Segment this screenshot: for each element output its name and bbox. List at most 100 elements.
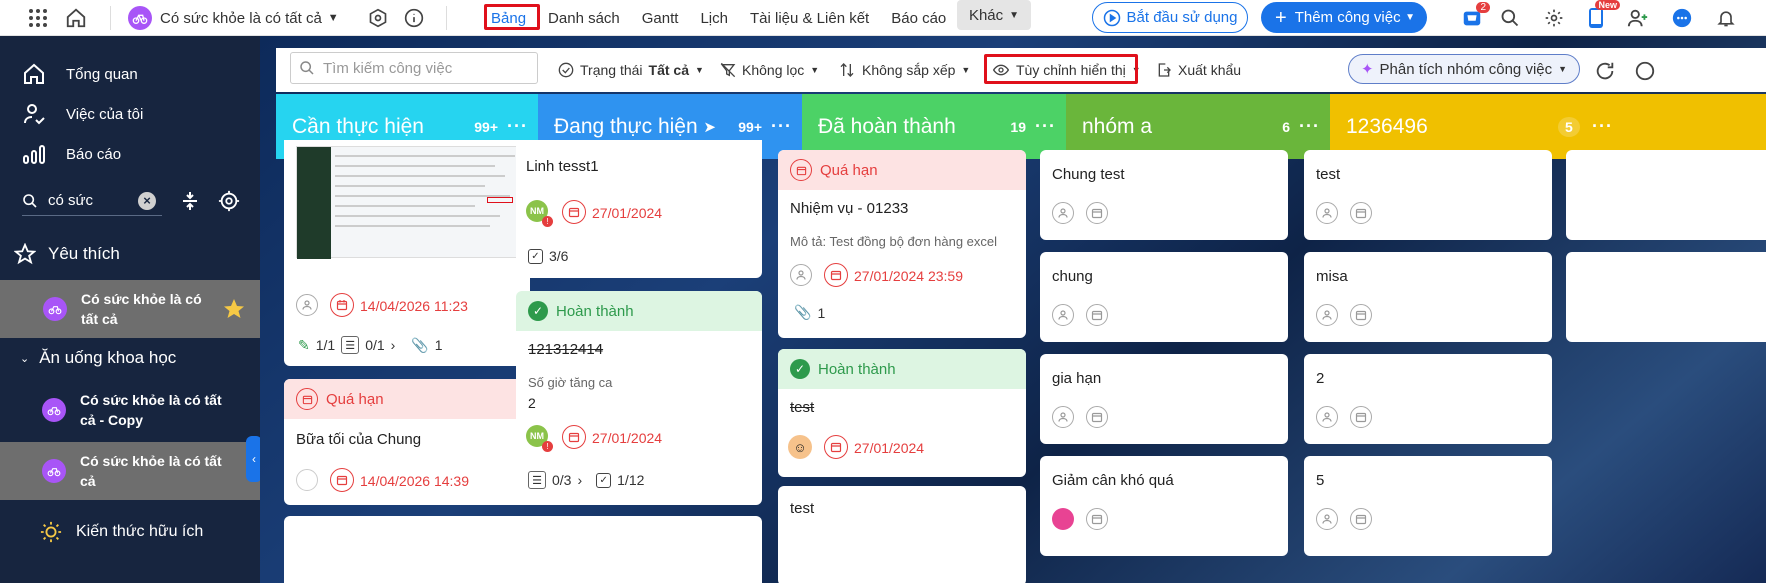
apps-grid-icon[interactable] bbox=[24, 4, 52, 32]
cart-icon[interactable]: 2 bbox=[1458, 2, 1490, 32]
assignee-empty-icon[interactable] bbox=[296, 294, 318, 316]
calendar-icon[interactable] bbox=[1086, 304, 1108, 326]
task-card[interactable]: Quá hạn Bữa tối của Chung 14/04/2026 14:… bbox=[284, 379, 530, 505]
calendar-icon[interactable] bbox=[1350, 202, 1372, 224]
bell-icon[interactable] bbox=[1712, 4, 1740, 32]
sidebar-project-copy[interactable]: Có sức khỏe là có tất cả - Copy bbox=[0, 384, 260, 436]
task-card[interactable]: chung bbox=[1040, 252, 1288, 342]
calendar-icon[interactable] bbox=[1086, 406, 1108, 428]
more-dots-icon[interactable]: ··· bbox=[1299, 116, 1320, 137]
task-card[interactable]: Chung test bbox=[1040, 150, 1288, 240]
chat-icon[interactable] bbox=[1668, 4, 1696, 32]
task-card[interactable]: 2 bbox=[1304, 354, 1552, 444]
task-card[interactable]: ✓ Hoàn thành 121312414 Số giờ tăng ca 2 … bbox=[516, 291, 762, 505]
chevron-right-icon[interactable]: › bbox=[577, 472, 582, 488]
collapse-icon[interactable] bbox=[181, 190, 199, 212]
assignee-empty-icon[interactable] bbox=[1052, 406, 1074, 428]
tab-calendar[interactable]: Lịch bbox=[689, 0, 739, 36]
analyze-group-button[interactable]: ✦ Phân tích nhóm công việc ▼ bbox=[1348, 54, 1580, 84]
chevron-down-icon[interactable]: ▼ bbox=[1405, 12, 1415, 23]
refresh-icon[interactable] bbox=[1594, 60, 1616, 82]
task-card-partial[interactable] bbox=[1566, 150, 1766, 240]
task-card-partial[interactable] bbox=[284, 516, 530, 583]
assignee-empty-icon[interactable] bbox=[1052, 304, 1074, 326]
start-using-button[interactable]: Bắt đầu sử dụng bbox=[1092, 2, 1248, 33]
sidebar-project-current[interactable]: Có sức khỏe là có tất cả bbox=[0, 442, 260, 500]
task-card-partial[interactable] bbox=[1566, 252, 1766, 342]
task-card[interactable]: ✓ Hoàn thành test ☺ 27/01/2024 bbox=[778, 349, 1026, 477]
settings-hex-icon[interactable] bbox=[366, 6, 390, 30]
assignee-empty-icon[interactable] bbox=[1052, 202, 1074, 224]
task-card[interactable]: Giảm cân khó quá bbox=[1040, 456, 1288, 556]
sort-dropdown[interactable]: Không sắp xếp ▼ bbox=[838, 62, 970, 78]
task-card[interactable]: 14/04/2026 11:23 ✎ 1/1 ☰ 0/1 › 📎 1 bbox=[284, 140, 530, 366]
info-icon[interactable] bbox=[402, 6, 426, 30]
assignee-empty-icon[interactable] bbox=[1316, 304, 1338, 326]
calendar-icon[interactable] bbox=[1350, 508, 1372, 530]
tab-reports[interactable]: Báo cáo bbox=[880, 0, 957, 36]
calendar-icon[interactable] bbox=[1350, 406, 1372, 428]
due-date: 14/04/2026 11:23 bbox=[360, 298, 468, 314]
gear-icon[interactable] bbox=[218, 190, 240, 212]
calendar-red-icon[interactable] bbox=[824, 263, 848, 287]
board-toolbar: Tìm kiếm công việc Trạng thái Tất cả ▼ K… bbox=[276, 48, 1766, 92]
attachment-thumbnail[interactable] bbox=[296, 146, 518, 259]
task-card[interactable]: misa bbox=[1304, 252, 1552, 342]
calendar-icon[interactable] bbox=[1350, 304, 1372, 326]
user-avatar[interactable] bbox=[1052, 508, 1074, 530]
assignee-empty-icon[interactable] bbox=[790, 264, 812, 286]
add-task-button[interactable]: + Thêm công việc ▼ bbox=[1261, 2, 1427, 33]
calendar-icon[interactable] bbox=[1086, 202, 1108, 224]
sidebar-search[interactable]: có sức × bbox=[22, 186, 162, 216]
sidebar-item-overview[interactable]: Tổng quan bbox=[0, 54, 260, 94]
assignee-empty-icon[interactable] bbox=[1316, 508, 1338, 530]
add-user-icon[interactable] bbox=[1624, 4, 1652, 32]
calendar-red-icon[interactable] bbox=[562, 425, 586, 449]
tab-docs-links[interactable]: Tài liệu & Liên kết bbox=[739, 0, 880, 36]
task-card[interactable]: Linh tesst1 NM ! 27/01/2024 ✓ 3/6 bbox=[516, 140, 762, 278]
project-selector[interactable]: Có sức khỏe là có tất cả ▼ bbox=[160, 0, 339, 36]
calendar-red-icon[interactable] bbox=[330, 468, 354, 492]
calendar-icon[interactable] bbox=[1086, 508, 1108, 530]
calendar-red-icon[interactable] bbox=[824, 435, 848, 459]
star-filled-icon[interactable] bbox=[222, 297, 246, 321]
tab-gantt[interactable]: Gantt bbox=[631, 0, 690, 36]
task-card[interactable]: test bbox=[1304, 150, 1552, 240]
sidebar-knowledge[interactable]: Kiến thức hữu ích bbox=[0, 512, 260, 552]
gear-icon[interactable] bbox=[1540, 4, 1568, 32]
assignee-empty-icon[interactable] bbox=[1316, 406, 1338, 428]
user-avatar[interactable]: ☺ bbox=[788, 435, 812, 459]
tab-list[interactable]: Danh sách bbox=[537, 0, 631, 36]
chevron-right-icon[interactable]: › bbox=[391, 337, 396, 353]
home-icon[interactable] bbox=[62, 4, 90, 32]
task-card-partial[interactable] bbox=[516, 516, 762, 583]
sidebar-search-input[interactable]: có sức bbox=[48, 192, 93, 209]
more-dots-icon[interactable]: ··· bbox=[1592, 116, 1613, 137]
more-tools-icon[interactable] bbox=[1634, 60, 1656, 82]
more-menu-button[interactable]: Khác ▼ bbox=[957, 0, 1031, 30]
status-filter-dropdown[interactable]: Trạng thái Tất cả ▼ bbox=[558, 62, 704, 78]
mobile-phone-icon[interactable]: New bbox=[1582, 0, 1620, 32]
task-card[interactable]: 5 bbox=[1304, 456, 1552, 556]
clear-icon[interactable]: × bbox=[138, 191, 156, 210]
search-icon[interactable] bbox=[1496, 4, 1524, 32]
assignee-empty-icon[interactable] bbox=[1316, 202, 1338, 224]
calendar-red-icon[interactable] bbox=[330, 293, 354, 317]
sidebar-fav-project[interactable]: Có sức khỏe là có tất cả bbox=[0, 280, 260, 338]
pin-icon[interactable]: ➤ bbox=[703, 118, 716, 136]
sidebar-group-header[interactable]: ⌄ Ăn uống khoa học bbox=[0, 338, 260, 378]
export-button[interactable]: Xuất khẩu bbox=[1156, 62, 1241, 78]
more-dots-icon[interactable]: ··· bbox=[771, 116, 792, 137]
more-dots-icon[interactable]: ··· bbox=[507, 116, 528, 137]
task-card[interactable]: test bbox=[778, 486, 1026, 583]
more-dots-icon[interactable]: ··· bbox=[1035, 116, 1056, 137]
sidebar-item-reports[interactable]: Báo cáo bbox=[0, 134, 260, 174]
task-card[interactable]: gia hạn bbox=[1040, 354, 1288, 444]
assignee-avatar[interactable] bbox=[296, 469, 318, 491]
sidebar-item-my-tasks[interactable]: Việc của tôi bbox=[0, 94, 260, 134]
calendar-red-icon[interactable] bbox=[562, 200, 586, 224]
task-card[interactable]: Quá hạn Nhiệm vụ - 01233 Mô tả: Test đồn… bbox=[778, 150, 1026, 338]
sidebar-favorites-header[interactable]: Yêu thích bbox=[0, 234, 260, 274]
task-search-input[interactable]: Tìm kiếm công việc bbox=[290, 52, 538, 84]
filter-dropdown[interactable]: Không lọc ▼ bbox=[720, 62, 819, 78]
